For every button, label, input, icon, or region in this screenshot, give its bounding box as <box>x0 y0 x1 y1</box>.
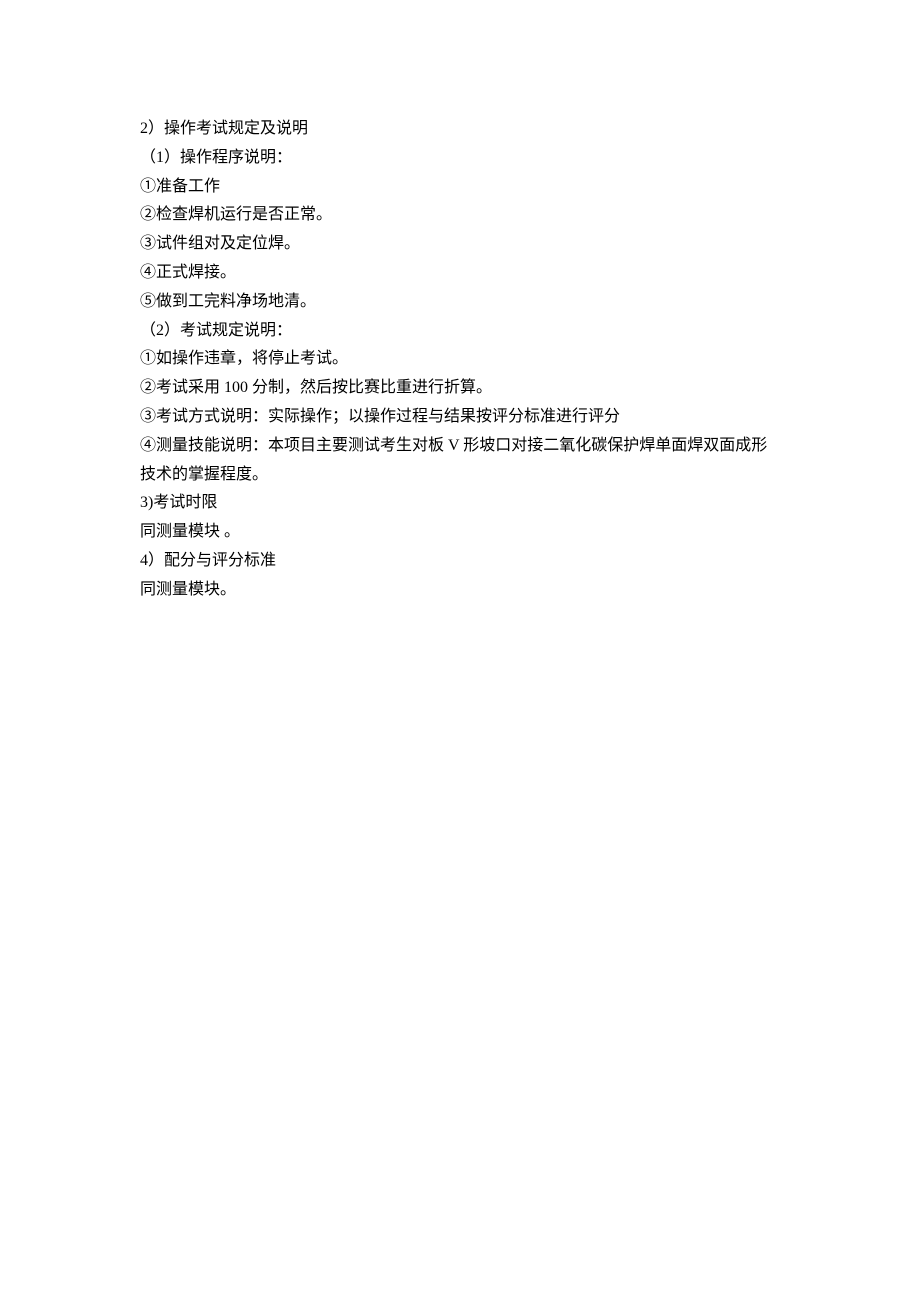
text-line: ④测量技能说明：本项目主要测试考生对板 V 形坡口对接二氧化碳保护焊单面焊双面成… <box>140 432 780 490</box>
document-page: 2）操作考试规定及说明 （1）操作程序说明： ①准备工作 ②检查焊机运行是否正常… <box>0 0 920 605</box>
text-line: ②检查焊机运行是否正常。 <box>140 201 780 230</box>
text-line: （1）操作程序说明： <box>140 144 780 173</box>
text-line: 3)考试时限 <box>140 489 780 518</box>
text-line: ①准备工作 <box>140 173 780 202</box>
text-line: 同测量模块 。 <box>140 518 780 547</box>
text-line: 4）配分与评分标准 <box>140 547 780 576</box>
text-line: ③试件组对及定位焊。 <box>140 230 780 259</box>
text-line: ③考试方式说明：实际操作；以操作过程与结果按评分标准进行评分 <box>140 403 780 432</box>
text-line: ⑤做到工完料净场地清。 <box>140 288 780 317</box>
text-line: ②考试采用 100 分制，然后按比赛比重进行折算。 <box>140 374 780 403</box>
text-line: 同测量模块。 <box>140 576 780 605</box>
text-line: 2）操作考试规定及说明 <box>140 115 780 144</box>
text-line: ④正式焊接。 <box>140 259 780 288</box>
text-line: ①如操作违章，将停止考试。 <box>140 345 780 374</box>
text-line: （2）考试规定说明： <box>140 317 780 346</box>
